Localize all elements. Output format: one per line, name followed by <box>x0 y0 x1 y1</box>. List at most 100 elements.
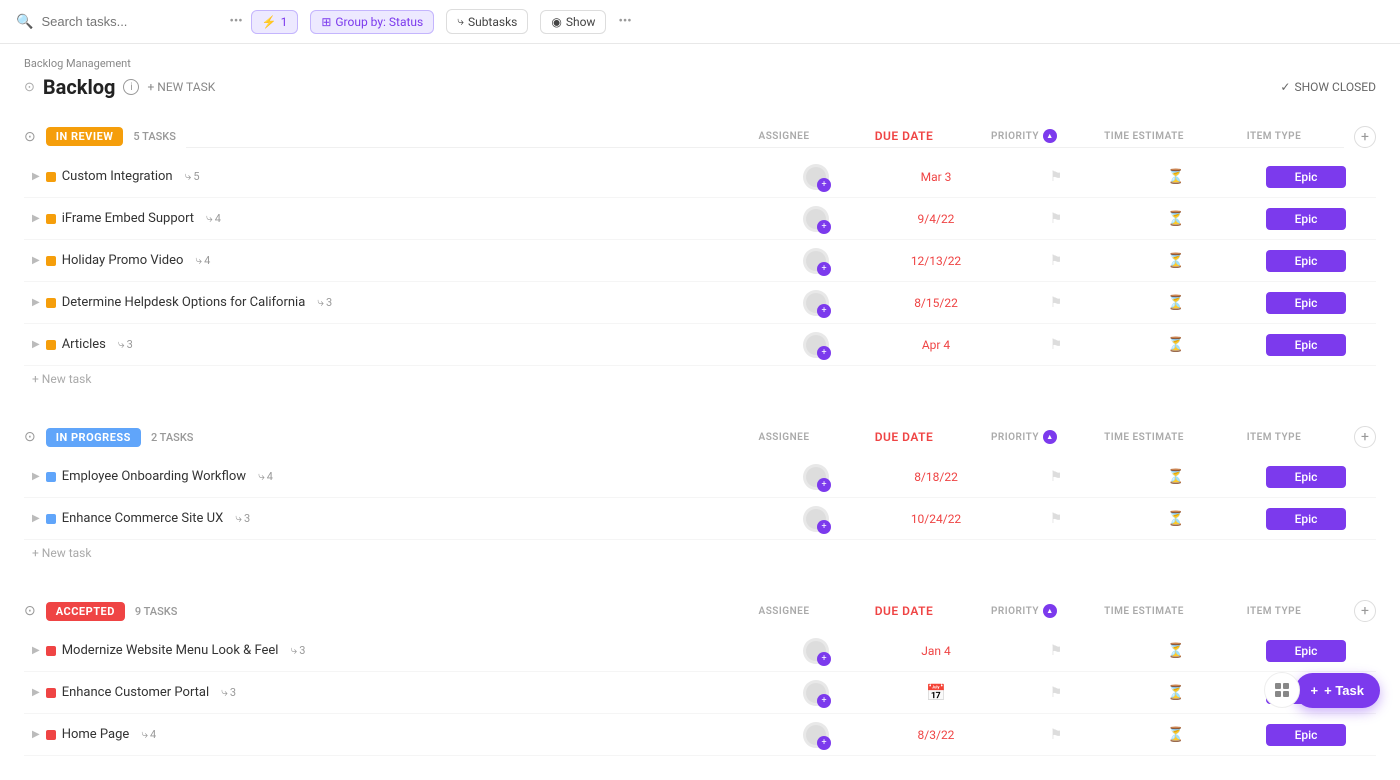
task-name[interactable]: Custom Integration <box>62 169 173 184</box>
topbar-actions: ⚡ 1 ⊞ Group by: Status ⤷ Subtasks ◉ Show… <box>251 9 632 34</box>
flag-icon: ⚑ <box>1050 511 1063 527</box>
item-type-cell: Epic <box>1236 208 1376 230</box>
priority-cell: ⚑ <box>996 685 1116 701</box>
show-button[interactable]: ◉ Show <box>540 10 606 34</box>
task-name[interactable]: Modernize Website Menu Look & Feel <box>62 643 279 658</box>
assignee-cell: + <box>756 164 876 190</box>
avatar-plus-icon: + <box>817 736 831 750</box>
show-closed-button[interactable]: ✓ SHOW CLOSED <box>1280 80 1376 94</box>
new-task-row-in-progress[interactable]: + New task <box>24 540 1376 566</box>
task-color-icon <box>46 472 56 482</box>
subtask-count: ⤷ 3 <box>290 643 305 658</box>
grid-view-button[interactable] <box>1264 672 1300 708</box>
subtask-icon: ⤷ <box>290 643 297 658</box>
group-add-in-review[interactable]: + <box>1354 126 1376 148</box>
col-header-name-1 <box>203 430 724 444</box>
flag-icon: ⚑ <box>1050 295 1063 311</box>
col-header-duedate-1: DUE DATE <box>844 430 964 444</box>
subtasks-button[interactable]: ⤷ Subtasks <box>446 9 528 34</box>
expand-arrow[interactable]: ▶ <box>32 513 40 524</box>
group-header-accepted: ⊙ ACCEPTED 9 TASKS ASSIGNEE DUE DATE PRI… <box>24 590 1376 630</box>
task-color-icon <box>46 256 56 266</box>
subtask-icon: ⤷ <box>141 727 148 742</box>
filter-button[interactable]: ⚡ 1 <box>251 10 299 34</box>
group-in-review: ⊙ IN REVIEW 5 TASKS ASSIGNEE DUE DATE PR… <box>24 115 1376 392</box>
new-task-button[interactable]: + NEW TASK <box>147 80 215 94</box>
task-name[interactable]: iFrame Embed Support <box>62 211 194 226</box>
due-date-cell: 8/18/22 <box>876 470 996 484</box>
table-row: ▶ iFrame Embed Support ⤷ 4 + 9/4/22 ⚑ <box>24 198 1376 240</box>
sort-priority-icon-2 <box>1043 604 1057 618</box>
col-header-name-0 <box>186 129 724 143</box>
subtask-count: ⤷ 4 <box>141 727 156 742</box>
more-options-icon[interactable]: ••• <box>229 14 242 29</box>
group-count-accepted: 9 TASKS <box>135 605 178 618</box>
subtask-icon: ⤷ <box>118 337 125 352</box>
group-icon: ⊞ <box>321 15 331 29</box>
info-icon[interactable]: i <box>123 79 139 95</box>
priority-cell: ⚑ <box>996 643 1116 659</box>
calendar-icon: 📅 <box>926 683 946 702</box>
expand-arrow[interactable]: ▶ <box>32 255 40 266</box>
avatar-plus-icon: + <box>817 220 831 234</box>
epic-badge: Epic <box>1266 292 1346 314</box>
expand-arrow[interactable]: ▶ <box>32 171 40 182</box>
expand-arrow[interactable]: ▶ <box>32 729 40 740</box>
time-cell: ⏳ <box>1116 511 1236 527</box>
group-add-accepted[interactable]: + <box>1354 600 1376 622</box>
task-name-cell: ▶ Employee Onboarding Workflow ⤷ 4 <box>24 469 756 484</box>
task-name-cell: ▶ Custom Integration ⤷ 5 <box>24 169 756 184</box>
item-type-cell: Epic <box>1236 292 1376 314</box>
item-type-cell: Epic <box>1236 334 1376 356</box>
plus-icon: + <box>1311 683 1319 698</box>
subtask-count: ⤷ 5 <box>185 169 200 184</box>
group-accepted: ⊙ ACCEPTED 9 TASKS ASSIGNEE DUE DATE PRI… <box>24 590 1376 756</box>
breadcrumb: Backlog Management <box>24 57 131 70</box>
expand-arrow[interactable]: ▶ <box>32 297 40 308</box>
col-header-itemtype-2: ITEM TYPE <box>1204 604 1344 618</box>
due-date-value: Apr 4 <box>922 338 950 352</box>
table-row: ▶ Holiday Promo Video ⤷ 4 + 12/13/22 ⚑ <box>24 240 1376 282</box>
new-task-row-in-review[interactable]: + New task <box>24 366 1376 392</box>
expand-arrow[interactable]: ▶ <box>32 687 40 698</box>
epic-badge: Epic <box>1266 334 1346 356</box>
task-name-cell: ▶ iFrame Embed Support ⤷ 4 <box>24 211 756 226</box>
due-date-cell: 8/15/22 <box>876 296 996 310</box>
flag-icon: ⚑ <box>1050 211 1063 227</box>
task-name-cell: ▶ Modernize Website Menu Look & Feel ⤷ 3 <box>24 643 756 658</box>
assignee-cell: + <box>756 638 876 664</box>
priority-cell: ⚑ <box>996 211 1116 227</box>
task-name[interactable]: Enhance Customer Portal <box>62 685 209 700</box>
expand-arrow[interactable]: ▶ <box>32 339 40 350</box>
task-name[interactable]: Determine Helpdesk Options for Californi… <box>62 295 306 310</box>
col-header-assignee-1: ASSIGNEE <box>724 430 844 444</box>
group-toggle-in-progress[interactable]: ⊙ <box>24 429 36 445</box>
flag-icon: ⚑ <box>1050 469 1063 485</box>
subtask-count: ⤷ 3 <box>118 337 133 352</box>
expand-arrow[interactable]: ▶ <box>32 471 40 482</box>
eye-icon: ◉ <box>551 15 561 29</box>
item-type-cell: Epic <box>1236 250 1376 272</box>
time-cell: ⏳ <box>1116 211 1236 227</box>
subtask-count: ⤷ 4 <box>195 253 210 268</box>
topbar-more-icon[interactable]: ••• <box>618 14 631 29</box>
task-name[interactable]: Home Page <box>62 727 130 742</box>
search-icon: 🔍 <box>16 14 33 30</box>
task-name[interactable]: Employee Onboarding Workflow <box>62 469 246 484</box>
group-add-in-progress[interactable]: + <box>1354 426 1376 448</box>
add-task-fab[interactable]: + + Task <box>1295 673 1380 708</box>
collapse-icon[interactable]: ⊙ <box>24 80 35 95</box>
task-name[interactable]: Holiday Promo Video <box>62 253 184 268</box>
task-name[interactable]: Articles <box>62 337 106 352</box>
search-input[interactable] <box>41 14 217 29</box>
expand-arrow[interactable]: ▶ <box>32 213 40 224</box>
group-toggle-accepted[interactable]: ⊙ <box>24 603 36 619</box>
group-toggle-in-review[interactable]: ⊙ <box>24 129 36 145</box>
assignee-cell: + <box>756 680 876 706</box>
task-name[interactable]: Enhance Commerce Site UX <box>62 511 224 526</box>
hourglass-icon: ⏳ <box>1167 643 1184 659</box>
group-by-button[interactable]: ⊞ Group by: Status <box>310 10 434 34</box>
expand-arrow[interactable]: ▶ <box>32 645 40 656</box>
subtask-count: ⤷ 3 <box>317 295 332 310</box>
sort-priority-icon-0 <box>1043 129 1057 143</box>
